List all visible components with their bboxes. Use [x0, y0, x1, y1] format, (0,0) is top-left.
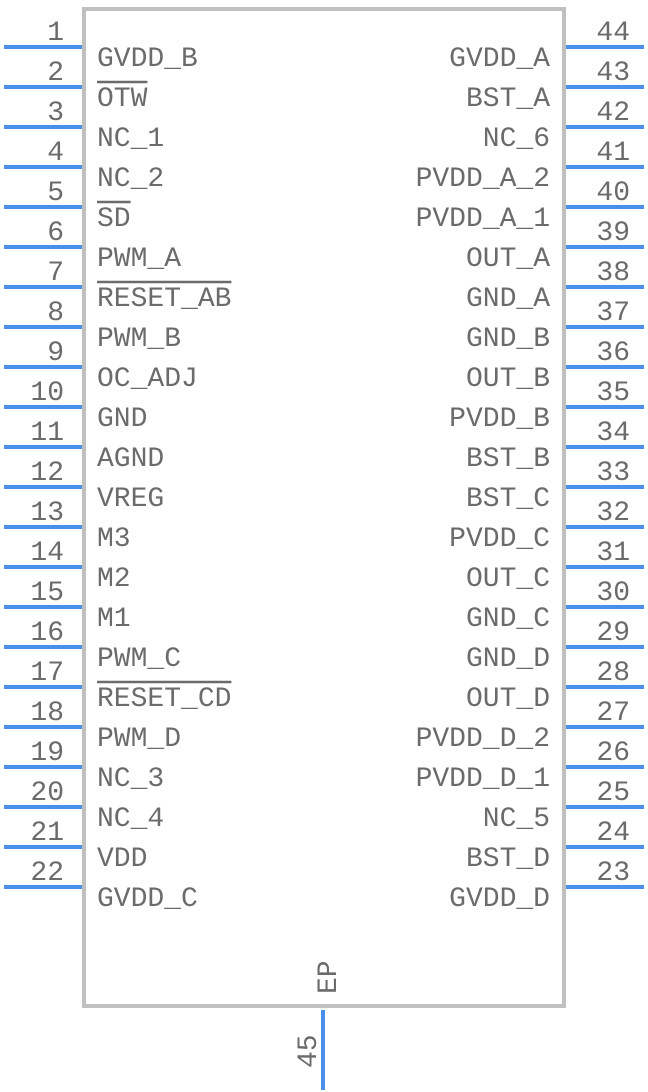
pin-number: 41 — [596, 138, 630, 169]
pin-label: OUT_C — [466, 564, 550, 595]
pin-number: 28 — [596, 658, 630, 689]
pin-label: SD — [97, 204, 131, 235]
pin-number: 22 — [30, 858, 64, 889]
pin-number: 10 — [30, 378, 64, 409]
pin-number: 26 — [596, 738, 630, 769]
pin-number: 43 — [596, 58, 630, 89]
pin-label: M1 — [97, 604, 131, 635]
pin-number: 20 — [30, 778, 64, 809]
pin-label: NC_1 — [97, 124, 164, 155]
pin-number: 30 — [596, 578, 630, 609]
pin-number: 37 — [596, 298, 630, 329]
pin-number: 34 — [596, 418, 630, 449]
pin-label: PVDD_C — [449, 524, 550, 555]
pin-label: PVDD_A_2 — [416, 164, 550, 195]
pin-label: PWM_D — [97, 724, 181, 755]
pin-number: 21 — [30, 818, 64, 849]
pin-number: 12 — [30, 458, 64, 489]
pin-number: 15 — [30, 578, 64, 609]
pin-label: OUT_B — [466, 364, 550, 395]
pin-label: GND_A — [466, 284, 550, 315]
pin-number: 9 — [47, 338, 64, 369]
pin-label: RESET_CD — [97, 684, 231, 715]
pin-number: 23 — [596, 858, 630, 889]
pin-number: 19 — [30, 738, 64, 769]
pin-number: 25 — [596, 778, 630, 809]
pin-number: 36 — [596, 338, 630, 369]
pin-label: PVDD_B — [449, 404, 550, 435]
pin-label: OTW — [97, 84, 148, 115]
pin-label: OC_ADJ — [97, 364, 198, 395]
pin-number: 11 — [30, 418, 64, 449]
ic-symbol: 1 GVDD_B 2 OTW 3 NC_1 4 NC_2 5 SD 6 PWM_A 7 RESET_AB 8… — [4, 7, 644, 1090]
pin-label: NC_5 — [483, 804, 550, 835]
pin-number: 24 — [596, 818, 630, 849]
pin-label: PVDD_D_2 — [416, 724, 550, 755]
pin-number: 45 — [294, 1034, 325, 1068]
pin-number: 1 — [47, 18, 64, 49]
pin-number: 38 — [596, 258, 630, 289]
pin-label: GND — [97, 404, 147, 435]
pin-number: 4 — [47, 138, 64, 169]
pin-number: 44 — [596, 18, 630, 49]
pin-label: PWM_A — [97, 244, 181, 275]
pin-label: GND_C — [466, 604, 550, 635]
pin-number: 13 — [30, 498, 64, 529]
pin-label: VDD — [97, 844, 147, 875]
pin-label: GND_D — [466, 644, 550, 675]
pin-label: RESET_AB — [97, 284, 231, 315]
pin-label: BST_B — [466, 444, 550, 475]
pin-number: 8 — [47, 298, 64, 329]
pin-label: NC_4 — [97, 804, 164, 835]
pin-number: 16 — [30, 618, 64, 649]
pin-label: NC_3 — [97, 764, 164, 795]
pin-label: NC_2 — [97, 164, 164, 195]
pin-label: OUT_A — [466, 244, 550, 275]
pin-label: GVDD_C — [97, 884, 198, 915]
pin-label: BST_C — [466, 484, 550, 515]
pin-label: GVDD_D — [449, 884, 550, 915]
pin-number: 27 — [596, 698, 630, 729]
pin-label: BST_A — [466, 84, 550, 115]
pin-number: 3 — [47, 98, 64, 129]
pin-label: GVDD_B — [97, 44, 198, 75]
pin-label: GVDD_A — [449, 44, 550, 75]
pin-number: 42 — [596, 98, 630, 129]
pin-number: 7 — [47, 258, 64, 289]
pin-number: 18 — [30, 698, 64, 729]
pin-number: 32 — [596, 498, 630, 529]
pin-label: EP — [314, 960, 345, 994]
pin-number: 29 — [596, 618, 630, 649]
pin-label: BST_D — [466, 844, 550, 875]
pin-label: PVDD_A_1 — [416, 204, 550, 235]
pin-label: AGND — [97, 444, 164, 475]
pin-label: OUT_D — [466, 684, 550, 715]
pin-number: 5 — [47, 178, 64, 209]
pin-number: 35 — [596, 378, 630, 409]
pin-label: GND_B — [466, 324, 550, 355]
pin-number: 14 — [30, 538, 64, 569]
pin-number: 31 — [596, 538, 630, 569]
pin-number: 40 — [596, 178, 630, 209]
pin-label: M3 — [97, 524, 131, 555]
pin-number: 2 — [47, 58, 64, 89]
pin-label: VREG — [97, 484, 164, 515]
pin-label: PWM_C — [97, 644, 181, 675]
pin-number: 33 — [596, 458, 630, 489]
pin-label: PWM_B — [97, 324, 181, 355]
pin-number: 17 — [30, 658, 64, 689]
pin-label: M2 — [97, 564, 131, 595]
pin-label: PVDD_D_1 — [416, 764, 550, 795]
pin-label: NC_6 — [483, 124, 550, 155]
pin-number: 6 — [47, 218, 64, 249]
pin-number: 39 — [596, 218, 630, 249]
